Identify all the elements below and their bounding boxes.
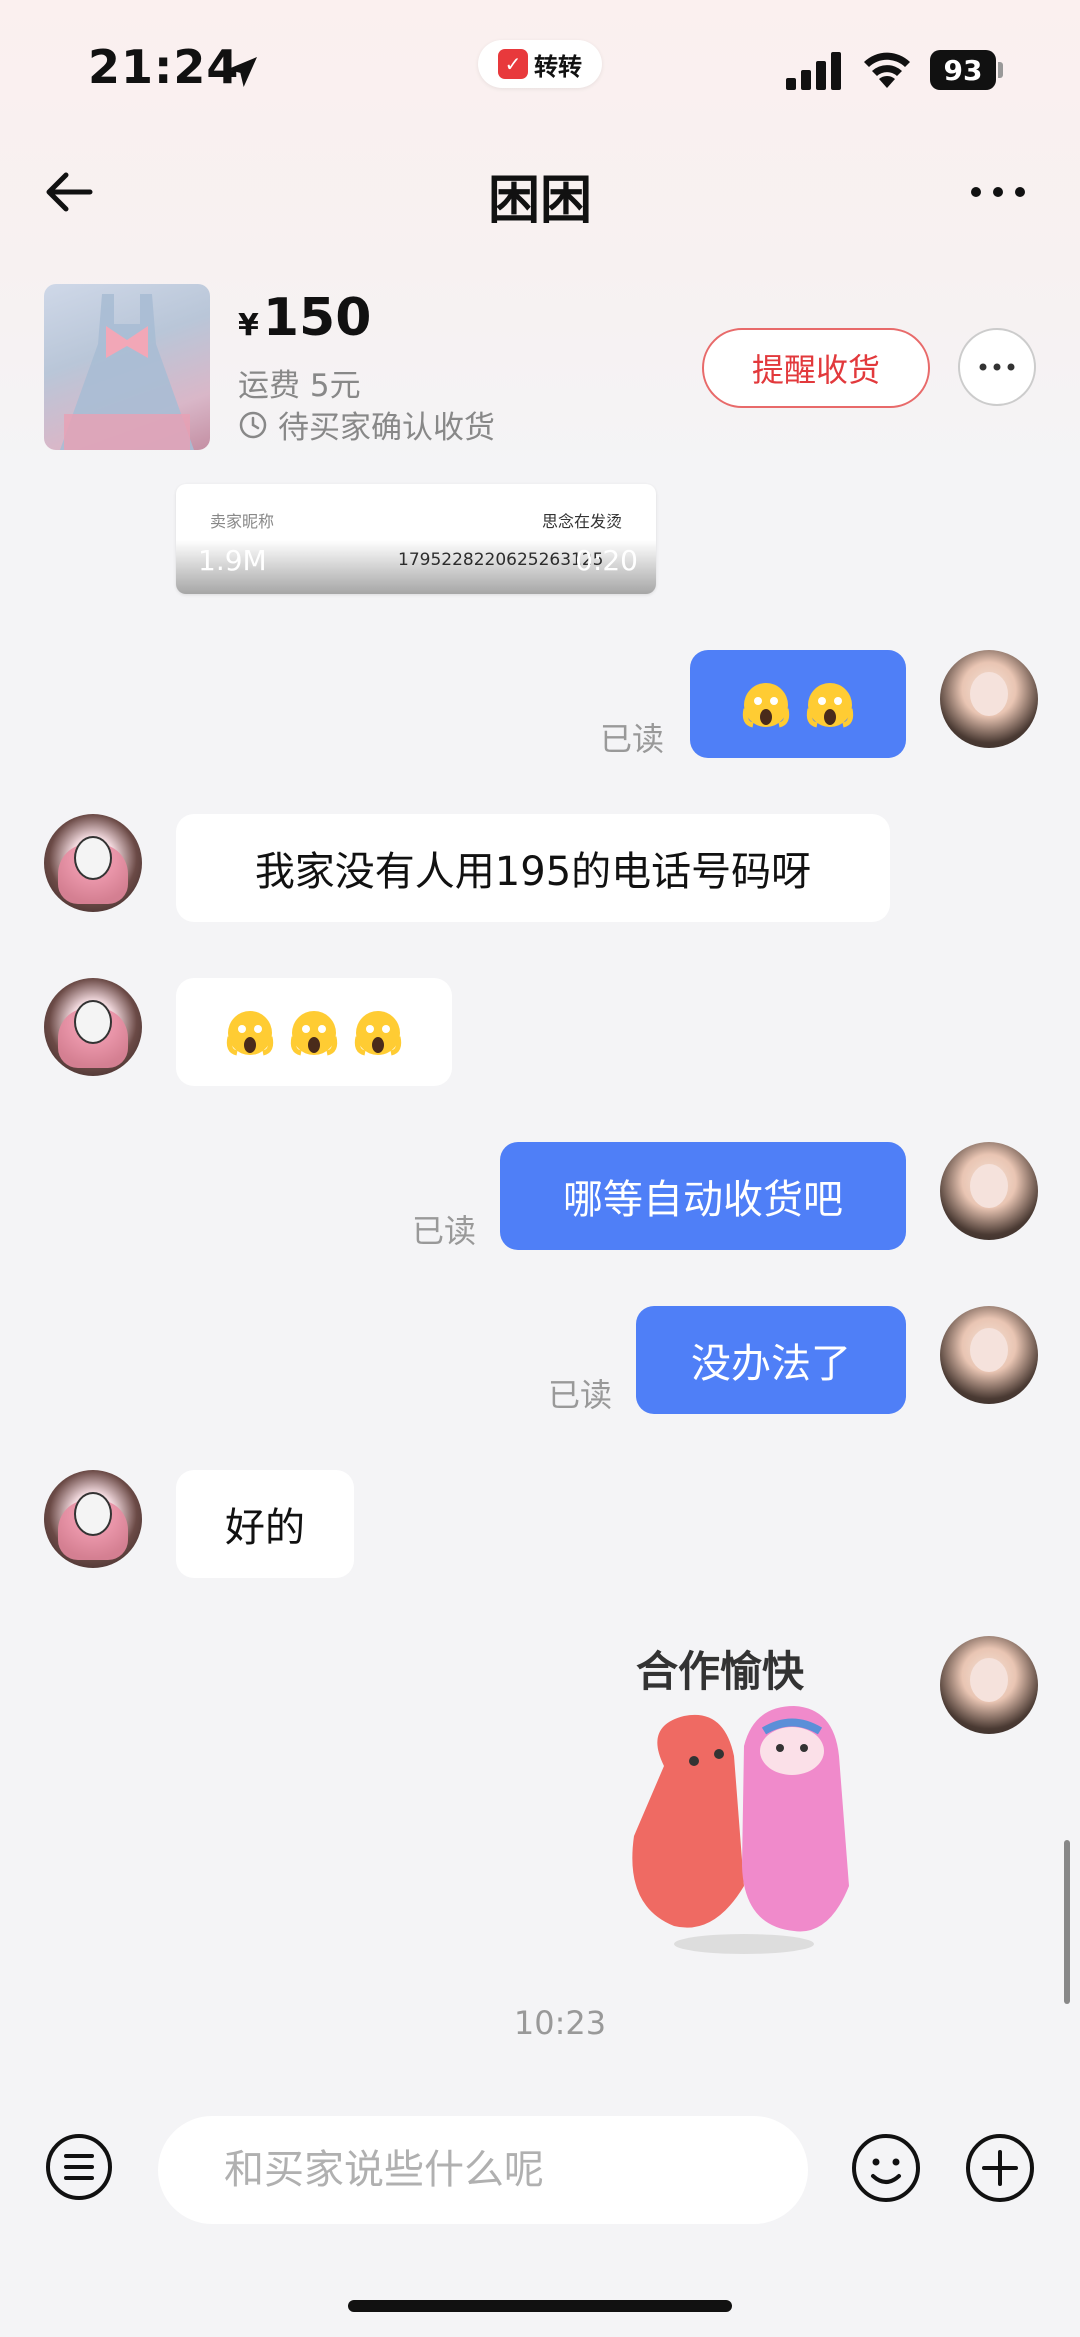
read-receipt: 已读 [548, 1376, 613, 1414]
app-logo-icon: ✓ [498, 49, 528, 79]
product-price: 150 [262, 288, 372, 348]
more-options-icon[interactable] [966, 170, 1030, 214]
card-more-button[interactable] [958, 328, 1036, 406]
remind-receipt-button[interactable]: 提醒收货 [702, 328, 930, 408]
app-name: 转转 [534, 52, 582, 81]
plus-icon[interactable] [964, 2132, 1036, 2204]
cellular-signal-icon [786, 52, 841, 90]
contact-avatar[interactable] [44, 814, 142, 912]
wifi-icon [864, 52, 910, 88]
avatar-face [74, 836, 112, 880]
video-message[interactable]: 卖家昵称 思念在发烫 1795228220625263125 1.9M 0:20 [176, 484, 656, 594]
video-size: 1.9M [198, 544, 267, 577]
my-avatar[interactable] [940, 1636, 1038, 1734]
home-indicator [348, 2300, 732, 2312]
price-row: ¥ 150 [238, 288, 371, 348]
image-row-value: 思念在发烫 [541, 512, 622, 531]
read-receipt: 已读 [600, 720, 665, 758]
order-status: 待买家确认收货 [238, 402, 495, 447]
sticker-message[interactable]: 合作愉快 [624, 1636, 864, 1960]
message-timestamp: 10:23 [513, 2004, 607, 2042]
message-bubble-outgoing[interactable]: 哪等自动收货吧 [500, 1142, 906, 1250]
chat-title: 困困 [487, 171, 592, 231]
avatar-face [970, 672, 1008, 716]
screaming-face-icon [806, 683, 854, 728]
avatar-face [970, 1164, 1008, 1208]
message-bubble-incoming[interactable]: 好的 [176, 1470, 354, 1578]
read-receipt: 已读 [412, 1212, 477, 1250]
product-thumbnail[interactable] [44, 284, 210, 450]
status-time: 21:24 [88, 40, 240, 94]
cooperation-sticker-icon: 合作愉快 [632, 1647, 849, 1954]
battery-indicator: 93 [930, 50, 996, 90]
ellipsis-icon [979, 363, 1015, 371]
message-bubble-incoming[interactable] [176, 978, 452, 1086]
screaming-face-icon [226, 1011, 274, 1056]
app-indicator-pill[interactable]: ✓ 转转 [478, 40, 602, 88]
order-status-text: 待买家确认收货 [278, 410, 495, 446]
battery-tip [998, 62, 1003, 78]
contact-avatar[interactable] [44, 1470, 142, 1568]
menu-icon[interactable] [44, 2132, 114, 2202]
video-duration: 0:20 [575, 544, 638, 577]
image-row-label: 卖家昵称 [210, 512, 275, 531]
currency-symbol: ¥ [238, 308, 259, 343]
scrollbar[interactable] [1064, 1840, 1070, 2004]
contact-avatar[interactable] [44, 978, 142, 1076]
back-arrow-icon[interactable] [40, 160, 104, 224]
screaming-face-icon [742, 683, 790, 728]
avatar-face [74, 1000, 112, 1044]
my-avatar[interactable] [940, 1306, 1038, 1404]
message-input[interactable] [158, 2116, 808, 2224]
message-bubble-outgoing[interactable]: 没办法了 [636, 1306, 906, 1414]
screaming-face-icon [354, 1011, 402, 1056]
avatar-face [74, 1492, 112, 1536]
clock-icon [239, 411, 267, 438]
dress-image-icon [60, 294, 194, 450]
my-avatar[interactable] [940, 1142, 1038, 1240]
my-avatar[interactable] [940, 650, 1038, 748]
screaming-face-icon [290, 1011, 338, 1056]
avatar-face [970, 1328, 1008, 1372]
emoji-icon[interactable] [850, 2132, 922, 2204]
status-bar: 21:24 ✓ 转转 93 [0, 0, 1080, 140]
avatar-face [970, 1658, 1008, 1702]
message-bubble-incoming[interactable]: 我家没有人用195的电话号码呀 [176, 814, 890, 922]
shipping-fee: 运费 5元 [238, 368, 361, 404]
location-arrow-icon [227, 57, 257, 87]
message-bubble-outgoing[interactable] [690, 650, 906, 758]
sticker-text: 合作愉快 [636, 1647, 805, 1696]
